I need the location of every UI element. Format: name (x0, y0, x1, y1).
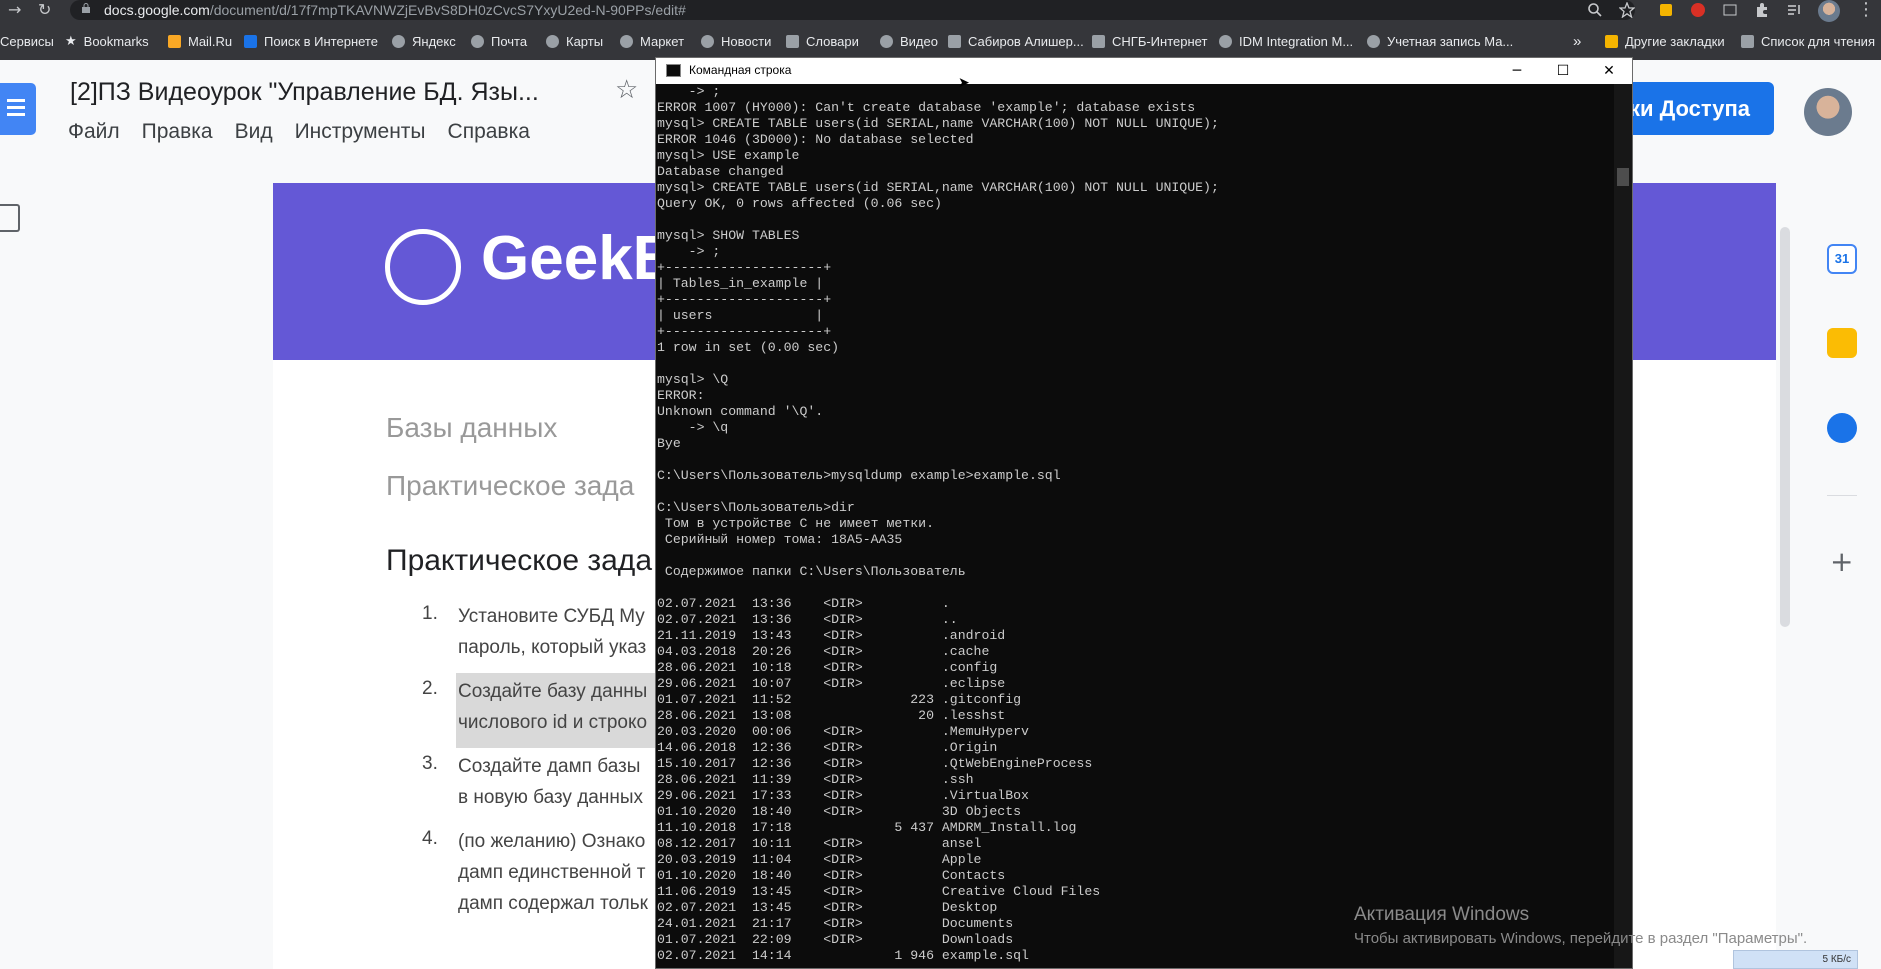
mailru-icon (168, 34, 181, 48)
close-button[interactable]: ✕ (1586, 58, 1632, 84)
bookmark-market[interactable]: Маркет (620, 32, 684, 50)
doc-title[interactable]: [2]ПЗ Видеоурок "Управление БД. Язы... (70, 78, 539, 107)
profile-avatar[interactable] (1818, 0, 1840, 22)
menu-view[interactable]: Вид (235, 120, 273, 144)
globe-icon (471, 34, 484, 48)
cmd-text: -> ; ERROR 1007 (HY000): Can't create da… (657, 84, 1219, 963)
cmd-title: Командная строка (689, 63, 792, 77)
globe-icon (880, 34, 893, 48)
list-item: (по желанию) Ознако дамп единственной т да… (458, 831, 648, 914)
list-number: 4. (422, 828, 438, 849)
list-item: Создайте базу данны числового id и строко (458, 681, 648, 733)
bookmarks-overflow[interactable]: » (1573, 32, 1581, 50)
divider (1827, 495, 1857, 496)
doc-heading-1: Базы данных (386, 412, 558, 443)
list-number: 3. (422, 753, 438, 774)
tasks-icon[interactable] (1827, 413, 1857, 443)
folder-icon (1605, 34, 1618, 48)
puzzle-icon[interactable] (1754, 2, 1770, 18)
avatar[interactable] (1804, 88, 1852, 136)
dictionary-icon (786, 34, 799, 48)
mouse-cursor-icon: ➤ (958, 75, 970, 91)
cmd-scrollbar[interactable] (1614, 84, 1632, 968)
bookmark-video[interactable]: Видео (880, 32, 938, 50)
menu-help[interactable]: Справка (448, 120, 530, 144)
bookmark-yandex[interactable]: Яндекс (392, 32, 456, 50)
list-item: Создайте дамп базы в новую базу данных (458, 756, 644, 808)
cmd-window: Командная строка ─ ☐ ✕ -> ; ERROR 1007 (… (655, 57, 1633, 969)
list-number: 1. (422, 603, 438, 624)
globe-icon (701, 34, 714, 48)
bookmark-star-icon[interactable] (1619, 2, 1635, 18)
keep-icon[interactable] (1827, 328, 1857, 358)
window-extension-icon[interactable] (1722, 2, 1738, 18)
maximize-button[interactable]: ☐ (1540, 58, 1586, 84)
mail-extension-icon[interactable] (1690, 2, 1706, 18)
reload-icon[interactable]: ↻ (38, 1, 51, 19)
bookmark-account[interactable]: Учетная запись Ма... (1367, 32, 1513, 50)
outline-icon[interactable] (0, 204, 20, 232)
forward-icon[interactable]: → (8, 1, 21, 19)
address-bar[interactable]: docs.google.com/document/d/17f7mpTKAVNWZ… (70, 0, 1635, 20)
page-icon (1092, 34, 1105, 48)
globe-icon (620, 34, 633, 48)
chrome-menu-icon[interactable]: ⋮ (1857, 1, 1875, 19)
star-icon[interactable]: ☆ (615, 75, 638, 105)
bookmark-sabirov[interactable]: Сабиров Алишер... (948, 32, 1084, 50)
url-text: docs.google.com/document/d/17f7mpTKAVNWZ… (104, 2, 686, 18)
globe-icon (546, 34, 559, 48)
side-panel: 31 + (1808, 220, 1881, 969)
menu-file[interactable]: Файл (68, 120, 120, 144)
search-icon (244, 34, 257, 48)
extension-icon[interactable] (1658, 2, 1674, 18)
globe-icon (392, 34, 405, 48)
other-bookmarks[interactable]: Другие закладки (1605, 32, 1725, 50)
reading-list[interactable]: Список для чтения (1741, 32, 1875, 50)
network-speed-thumbnail: 5 КБ/с (1733, 950, 1858, 969)
bookmark-mailru[interactable]: Mail.Ru (168, 32, 232, 50)
console-icon (666, 64, 681, 77)
scrollbar-thumb[interactable] (1617, 168, 1629, 186)
bookmark-sngb[interactable]: СНГБ-Интернет (1092, 32, 1207, 50)
star-icon: ★ (65, 33, 77, 48)
bookmarks-bar: Сервисы ★ Bookmarks Mail.Ru Поиск в Интер… (0, 22, 1881, 61)
add-addon-icon[interactable]: + (1830, 545, 1853, 578)
bookmark-bookmarks[interactable]: ★ Bookmarks (65, 32, 149, 50)
media-control-icon[interactable] (1786, 2, 1802, 18)
brain-logo-icon (385, 229, 461, 305)
menu-edit[interactable]: Правка (142, 120, 213, 144)
zoom-icon[interactable] (1587, 2, 1603, 18)
calendar-icon[interactable]: 31 (1827, 244, 1857, 274)
cmd-titlebar[interactable]: Командная строка ─ ☐ ✕ (656, 58, 1632, 84)
menu-tools[interactable]: Инструменты (295, 120, 426, 144)
page-icon (948, 34, 961, 48)
doc-heading-2: Практическое зада (386, 470, 635, 501)
minimize-button[interactable]: ─ (1494, 58, 1540, 84)
browser-toolbar: → ↻ docs.google.com/document/d/17f7mpTKA… (0, 0, 1881, 22)
list-number: 2. (422, 678, 438, 699)
bookmark-news[interactable]: Новости (701, 32, 771, 50)
lock-icon (82, 3, 90, 13)
globe-icon (1367, 34, 1380, 48)
bookmark-dictionaries[interactable]: Словари (786, 32, 859, 50)
banner-text: GeekB (481, 224, 678, 293)
globe-icon (1219, 34, 1232, 48)
list-item: Установите СУБД Му пароль, который указ (458, 606, 647, 658)
doc-scrollbar[interactable] (1780, 227, 1790, 627)
bookmark-services[interactable]: Сервисы (0, 32, 54, 50)
bookmark-mail[interactable]: Почта (471, 32, 527, 50)
activation-title: Активация Windows (1354, 904, 1530, 925)
activation-subtitle: Чтобы активировать Windows, перейдите в … (1354, 930, 1808, 947)
reading-list-icon (1741, 34, 1754, 48)
docs-menubar: Файл Правка Вид Инструменты Справка (68, 120, 552, 144)
cmd-output[interactable]: -> ; ERROR 1007 (HY000): Can't create da… (657, 84, 1612, 968)
bookmark-idm[interactable]: IDM Integration M... (1219, 32, 1353, 50)
bookmark-maps[interactable]: Карты (546, 32, 603, 50)
doc-heading-3: Практическое зада (386, 544, 653, 577)
docs-logo-icon[interactable] (0, 83, 36, 135)
bookmark-search[interactable]: Поиск в Интернете (244, 32, 378, 50)
